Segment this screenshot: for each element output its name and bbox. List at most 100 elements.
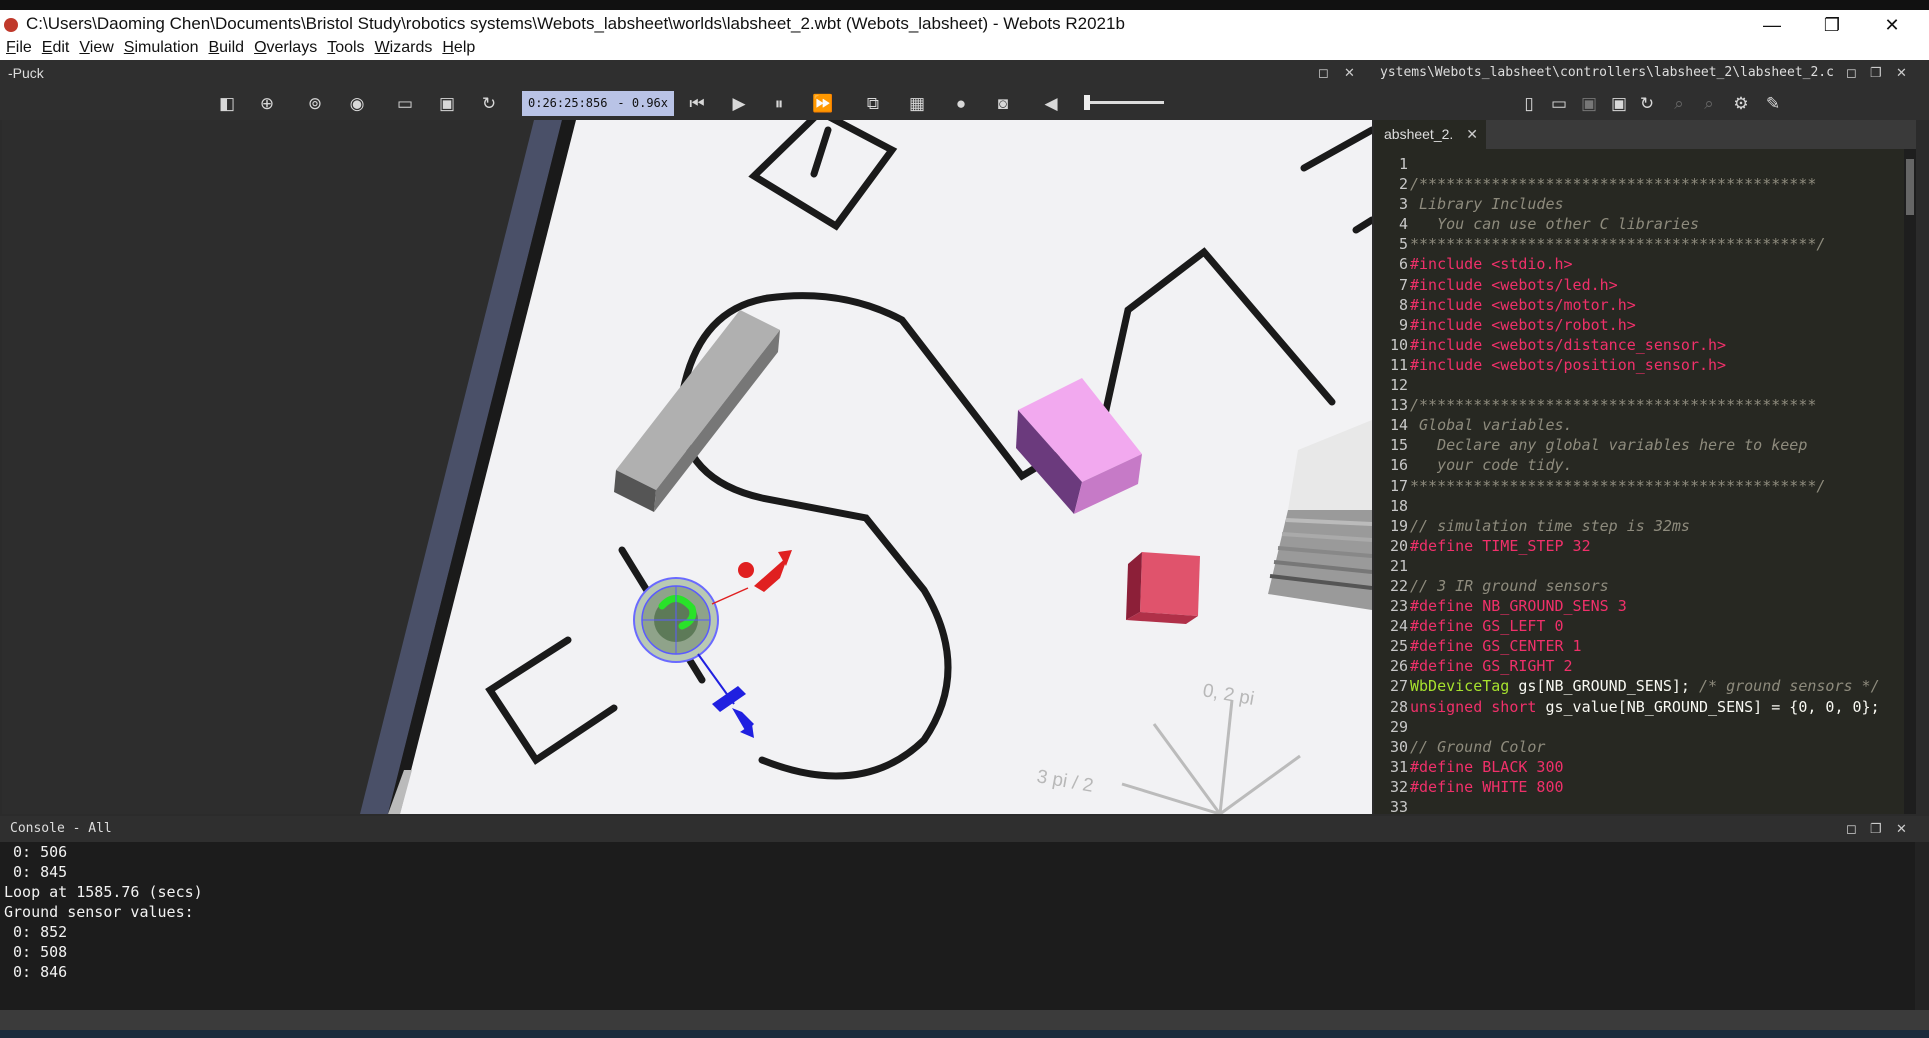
toggle-scene-tree-icon[interactable]: ◧ — [216, 93, 238, 115]
mute-icon[interactable]: ◀ — [1040, 93, 1062, 115]
close-window-button[interactable]: ✕ — [1872, 12, 1912, 38]
code-token: your code tidy. — [1410, 456, 1573, 475]
add-node-icon[interactable]: ⊕ — [256, 93, 278, 115]
menu-overlays[interactable]: Overlays — [248, 37, 321, 59]
code-line[interactable]: 19// simulation time step is 32ms — [1374, 516, 1914, 536]
code-line[interactable]: 15 Declare any global variables here to … — [1374, 435, 1914, 455]
menu-file[interactable]: File — [0, 37, 36, 59]
code-line[interactable]: 26 #define GS_RIGHT 2 — [1374, 656, 1914, 676]
reload-world-icon[interactable]: ↻ — [478, 93, 500, 115]
scene-float-button[interactable]: ◻ — [1318, 65, 1329, 81]
console-dock-button[interactable]: ❐ — [1870, 821, 1882, 837]
menu-help[interactable]: Help — [436, 37, 479, 59]
code-line[interactable]: 3 Library Includes — [1374, 194, 1914, 214]
epuck-robot[interactable] — [633, 577, 719, 663]
console-output[interactable]: 0: 506 0: 845 Loop at 1585.76 (secs) Groun… — [0, 842, 1915, 1012]
fast-forward-icon[interactable]: ⏩ — [812, 93, 834, 115]
code-line[interactable]: 16 your code tidy. — [1374, 455, 1914, 475]
volume-slider[interactable] — [1084, 95, 1164, 110]
menu-wizards[interactable]: Wizards — [369, 37, 437, 59]
code-line[interactable]: 11 #include <webots/position_sensor.h> — [1374, 355, 1914, 375]
menu-tools[interactable]: Tools — [321, 37, 368, 59]
code-token: #include <webots/position_sensor.h> — [1410, 355, 1727, 374]
code-line[interactable]: 10 #include <webots/distance_sensor.h> — [1374, 335, 1914, 355]
minimize-button[interactable]: — — [1752, 12, 1792, 38]
code-line[interactable]: 28 unsigned short gs_value[NB_GROUND_SENS… — [1374, 697, 1914, 717]
code-line[interactable]: 30// Ground Color — [1374, 737, 1914, 757]
line-number: 25 — [1389, 637, 1408, 656]
code-line[interactable]: 20 #define TIME_STEP 32 — [1374, 536, 1914, 556]
record-icon[interactable]: ● — [950, 93, 972, 115]
code-line[interactable]: 8 #include <webots/motor.h> — [1374, 295, 1914, 315]
code-lines[interactable]: 1 2/*************************************… — [1374, 154, 1914, 814]
line-number: 1 — [1398, 155, 1408, 173]
new-file-icon[interactable]: ▯ — [1518, 93, 1540, 115]
code-line[interactable]: 22// 3 IR ground sensors — [1374, 576, 1914, 596]
code-line[interactable]: 25 #define GS_CENTER 1 — [1374, 636, 1914, 656]
code-line[interactable]: 17 **************************************… — [1374, 476, 1914, 496]
step-icon[interactable]: ▶ — [728, 93, 750, 115]
code-line[interactable]: 23 #define NB_GROUND_SENS 3 — [1374, 596, 1914, 616]
code-line[interactable]: 7 #include <webots/led.h> — [1374, 275, 1914, 295]
editor-close-button[interactable]: ✕ — [1896, 65, 1907, 81]
reset-simulation-icon[interactable]: ⏮ — [686, 93, 708, 115]
code-line[interactable]: 12 — [1374, 375, 1914, 395]
code-line[interactable]: 31 #define BLACK 300 — [1374, 757, 1914, 777]
viewpoint-icon[interactable]: ⊚ — [304, 93, 326, 115]
scene-close-button[interactable]: ✕ — [1344, 65, 1355, 81]
code-line[interactable]: 27 WbDeviceTag gs[NB_GROUND_SENS]; /* gro… — [1374, 676, 1914, 696]
menu-view[interactable]: View — [73, 37, 117, 59]
code-line[interactable]: 13/*************************************… — [1374, 395, 1914, 415]
code-line[interactable]: 5 ***************************************… — [1374, 234, 1914, 254]
open-file-icon[interactable]: ▭ — [1548, 93, 1570, 115]
code-editor[interactable]: absheet_2. ✕ 1 2/************************… — [1374, 120, 1916, 814]
save-all-icon[interactable]: ▣ — [1608, 93, 1630, 115]
editor-dock-button[interactable]: ❐ — [1870, 65, 1882, 81]
replace-icon[interactable]: ⌕ — [1698, 93, 1720, 115]
eye-icon[interactable]: ◉ — [346, 93, 368, 115]
revert-icon[interactable]: ↻ — [1636, 93, 1658, 115]
line-number: 20 — [1389, 536, 1408, 555]
menu-edit[interactable]: Edit — [36, 37, 74, 59]
code-line[interactable]: 2/**************************************… — [1374, 174, 1914, 194]
open-world-icon[interactable]: ▭ — [394, 93, 416, 115]
menu-simulation[interactable]: Simulation — [118, 37, 203, 59]
screenshot-icon[interactable]: ◙ — [992, 93, 1014, 115]
3d-viewport[interactable]: 0, 2 pi 3 pi / 2 — [2, 120, 1372, 814]
editor-scroll-thumb[interactable] — [1906, 159, 1914, 215]
editor-float-button[interactable]: ◻ — [1846, 65, 1857, 81]
code-line[interactable]: 6 #include <stdio.h> — [1374, 254, 1914, 274]
code-line[interactable]: 9 #include <webots/robot.h> — [1374, 315, 1914, 335]
pause-icon[interactable]: ⏸ — [768, 93, 790, 115]
code-token: WbDeviceTag — [1410, 677, 1510, 696]
build-settings-icon[interactable]: ⚙ — [1730, 93, 1752, 115]
code-line[interactable]: 33 — [1374, 797, 1914, 814]
code-line[interactable]: 24 #define GS_LEFT 0 — [1374, 616, 1914, 636]
save-world-icon[interactable]: ▣ — [436, 93, 458, 115]
find-icon[interactable]: ⌕ — [1668, 93, 1690, 115]
editor-tab-close-icon[interactable]: ✕ — [1466, 120, 1478, 149]
code-line[interactable]: 18 — [1374, 496, 1914, 516]
clean-icon[interactable]: ✎ — [1762, 93, 1784, 115]
code-line[interactable]: 32 #define WHITE 800 — [1374, 777, 1914, 797]
console-float-button[interactable]: ◻ — [1846, 821, 1857, 837]
editor-tab-labsheet[interactable]: absheet_2. ✕ — [1374, 120, 1486, 149]
line-number: 31 — [1389, 757, 1408, 776]
menu-build[interactable]: Build — [202, 37, 248, 59]
code-line[interactable]: 21 — [1374, 556, 1914, 576]
console-scrollbar[interactable] — [1915, 842, 1929, 1010]
code-line[interactable]: 4 You can use other C libraries — [1374, 214, 1914, 234]
maximize-button[interactable]: ❐ — [1812, 12, 1852, 38]
console-close-button[interactable]: ✕ — [1896, 821, 1907, 837]
save-file-icon[interactable]: ▣ — [1578, 93, 1600, 115]
editor-scrollbar[interactable] — [1904, 149, 1916, 814]
editor-tabs: absheet_2. ✕ — [1374, 120, 1916, 149]
code-line[interactable]: 14 Global variables. — [1374, 415, 1914, 435]
volume-slider-knob[interactable] — [1084, 95, 1090, 110]
line-number: 11 — [1389, 355, 1408, 374]
code-line[interactable]: 1 — [1374, 154, 1914, 174]
rendering-icon[interactable]: ⧉ — [862, 93, 884, 115]
code-line[interactable]: 29 — [1374, 717, 1914, 737]
record-movie-icon[interactable]: ▦ — [906, 93, 928, 115]
line-number: 27 — [1389, 677, 1408, 696]
